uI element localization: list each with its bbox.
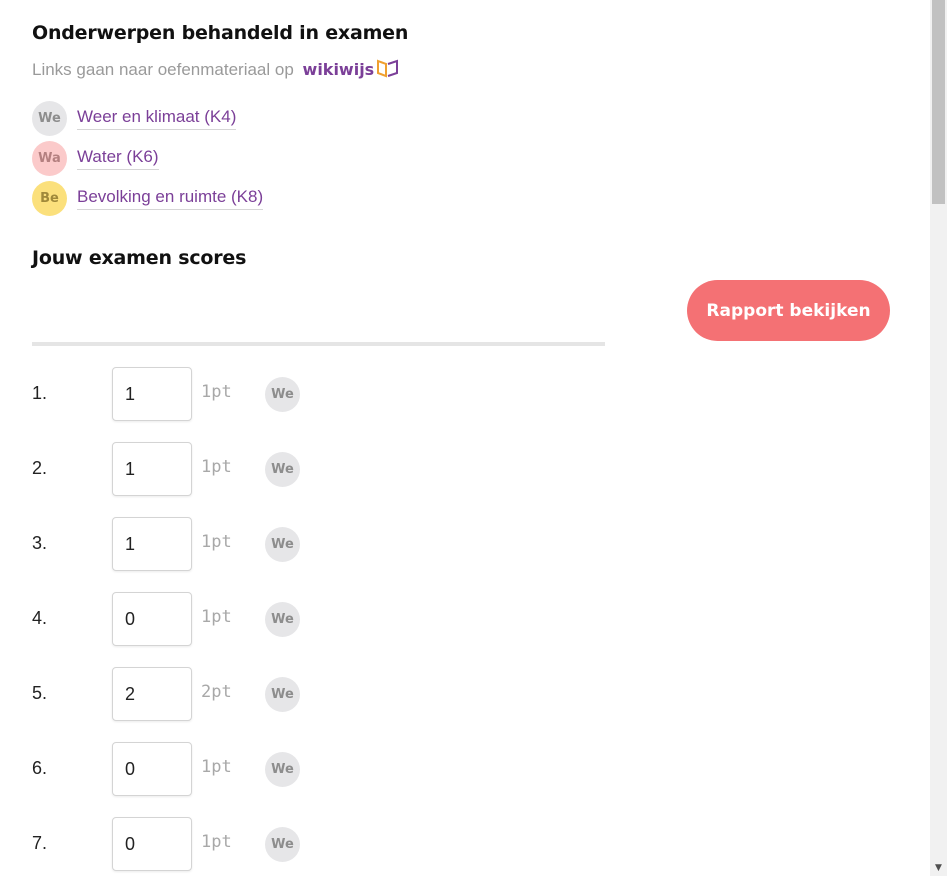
topics-heading: Onderwerpen behandeld in examen (32, 22, 409, 44)
question-number: 3. (32, 533, 48, 553)
question-number: 5. (32, 683, 48, 703)
topic-badge: We (32, 100, 67, 136)
topic-badge: We (265, 527, 300, 562)
subline-text: Links gaan naar oefenmateriaal op (32, 60, 294, 79)
question-number: 6. (32, 758, 48, 778)
vertical-scrollbar[interactable]: ▼ (930, 0, 947, 876)
topic-badge: Be (32, 180, 67, 216)
score-input[interactable] (112, 817, 192, 871)
topic-link-water[interactable]: Water (K6) (77, 147, 159, 170)
topic-list: We Weer en klimaat (K4) Wa Water (K6) Be… (32, 98, 264, 218)
topic-badge: Wa (32, 140, 67, 176)
score-input[interactable] (112, 517, 192, 571)
scrollbar-thumb[interactable] (932, 0, 945, 204)
score-input[interactable] (112, 742, 192, 796)
wikiwijs-logo-icon (376, 59, 400, 83)
max-points: 1pt (201, 607, 232, 627)
topic-link-weer-en-klimaat[interactable]: Weer en klimaat (K4) (77, 107, 237, 130)
wikiwijs-link-label: wikiwijs (302, 60, 375, 79)
scroll-down-arrow-icon[interactable]: ▼ (930, 859, 947, 876)
report-button[interactable]: Rapport bekijken (687, 280, 890, 341)
wikiwijs-subline: Links gaan naar oefenmateriaal op wikiwi… (32, 59, 400, 83)
max-points: 1pt (201, 532, 232, 552)
topic-badge: We (265, 752, 300, 787)
topic-item: Be Bevolking en ruimte (K8) (32, 178, 264, 218)
wikiwijs-link[interactable]: wikiwijs (302, 59, 401, 79)
max-points: 1pt (201, 382, 232, 402)
score-input[interactable] (112, 667, 192, 721)
max-points: 1pt (201, 457, 232, 477)
score-input[interactable] (112, 367, 192, 421)
score-input[interactable] (112, 442, 192, 496)
topic-badge: We (265, 377, 300, 412)
topic-item: Wa Water (K6) (32, 138, 263, 178)
question-number: 2. (32, 458, 48, 478)
question-number: 4. (32, 608, 48, 628)
divider (32, 342, 605, 346)
max-points: 2pt (201, 682, 232, 702)
scores-heading: Jouw examen scores (32, 247, 247, 269)
question-number: 7. (32, 833, 48, 853)
topic-link-bevolking-en-ruimte[interactable]: Bevolking en ruimte (K8) (77, 187, 264, 210)
topic-badge: We (265, 452, 300, 487)
score-input[interactable] (112, 592, 192, 646)
topic-badge: We (265, 602, 300, 637)
topic-badge: We (265, 677, 300, 712)
max-points: 1pt (201, 832, 232, 852)
max-points: 1pt (201, 757, 232, 777)
question-number: 1. (32, 383, 48, 403)
topic-item: We Weer en klimaat (K4) (32, 98, 263, 138)
topic-badge: We (265, 827, 300, 862)
